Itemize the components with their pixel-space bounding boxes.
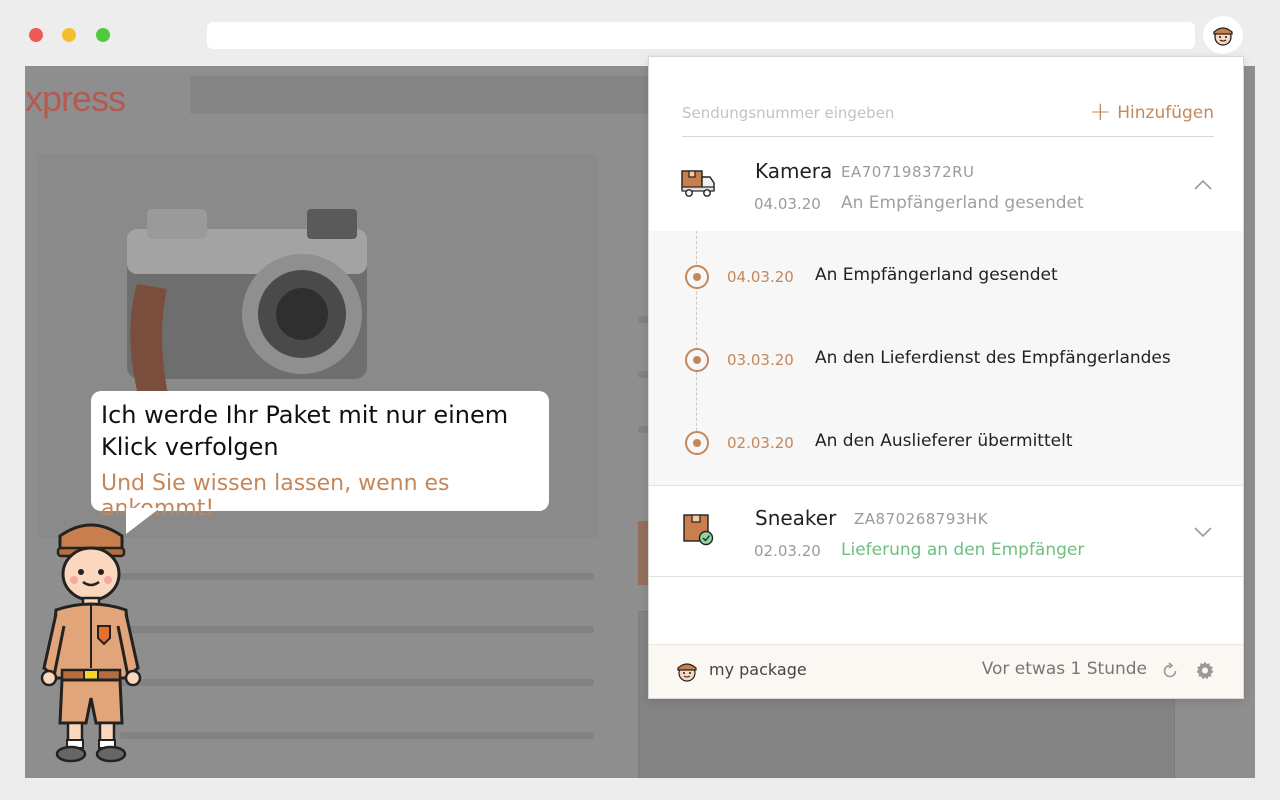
page-line	[120, 679, 594, 686]
bubble-subtitle: Und Sie wissen lassen, wenn es ankommt!	[101, 471, 450, 521]
tracking-timeline: 04.03.20 An Empfängerland gesendet 03.03…	[649, 231, 1243, 485]
package-status: An Empfängerland gesendet	[841, 193, 1084, 213]
package-name: Kamera	[755, 159, 833, 183]
package-date: 04.03.20	[754, 195, 821, 213]
courier-avatar-icon	[1213, 27, 1233, 46]
gear-icon[interactable]	[1195, 660, 1215, 680]
bubble-title: Ich werde Ihr Paket mit nur einem Klick …	[101, 401, 509, 461]
timeline-event: 03.03.20 An den Lieferdienst des Empfäng…	[649, 345, 1243, 375]
package-row-kamera[interactable]: Kamera EA707198372RU 04.03.20 An Empfäng…	[649, 139, 1243, 231]
event-date: 04.03.20	[727, 268, 794, 286]
chevron-up-icon[interactable]	[1193, 175, 1213, 195]
site-logo: xpress	[25, 78, 126, 119]
brand-name: my package	[709, 660, 807, 679]
timeline-event: 04.03.20 An Empfängerland gesendet	[649, 262, 1243, 292]
package-row-sneaker[interactable]: Sneaker ZA870268793HK 02.03.20 Lieferung…	[649, 485, 1243, 577]
extension-button[interactable]	[1203, 16, 1243, 54]
popup-footer: my package Vor etwas 1 Stunde	[649, 644, 1243, 698]
courier-mascot-icon	[40, 523, 142, 763]
tracking-search-row: + Hinzufügen	[682, 87, 1214, 137]
speech-bubble: Ich werde Ihr Paket mit nur einem Klick …	[91, 391, 549, 521]
chevron-down-icon[interactable]	[1193, 522, 1213, 542]
timeline-dot-icon	[685, 265, 709, 289]
tracking-number-input[interactable]	[682, 99, 1062, 127]
address-bar[interactable]	[207, 22, 1195, 49]
site-search-bar	[190, 76, 660, 114]
tracking-code: ZA870268793HK	[854, 510, 989, 528]
event-text: An den Auslieferer übermittelt	[815, 431, 1073, 451]
add-package-button[interactable]: + Hinzufügen	[1089, 97, 1214, 129]
tracking-code: EA707198372RU	[841, 163, 975, 181]
page-line	[120, 573, 594, 580]
timeline-dot-icon	[685, 348, 709, 372]
event-text: An Empfängerland gesendet	[815, 265, 1058, 285]
package-date: 02.03.20	[754, 542, 821, 560]
last-updated-text: Vor etwas 1 Stunde	[981, 659, 1147, 679]
event-date: 02.03.20	[727, 434, 794, 452]
window-minimize-button[interactable]	[62, 28, 76, 42]
add-package-label: Hinzufügen	[1117, 103, 1214, 123]
event-date: 03.03.20	[727, 351, 794, 369]
page-line	[120, 626, 594, 633]
extension-popup: + Hinzufügen Kamera EA707198372RU 04.03.…	[648, 56, 1244, 699]
timeline-dot-icon	[685, 431, 709, 455]
plus-icon: +	[1089, 96, 1112, 127]
refresh-icon[interactable]	[1161, 662, 1179, 680]
timeline-event: 02.03.20 An den Auslieferer übermittelt	[649, 428, 1243, 458]
window-close-button[interactable]	[29, 28, 43, 42]
window-zoom-button[interactable]	[96, 28, 110, 42]
delivery-truck-icon	[681, 170, 715, 197]
event-text: An den Lieferdienst des Empfängerlandes	[815, 348, 1171, 368]
delivered-box-icon	[683, 514, 714, 546]
package-status: Lieferung an den Empfänger	[841, 540, 1085, 560]
courier-avatar-icon	[677, 663, 697, 682]
package-name: Sneaker	[755, 506, 837, 530]
page-line	[120, 732, 594, 739]
